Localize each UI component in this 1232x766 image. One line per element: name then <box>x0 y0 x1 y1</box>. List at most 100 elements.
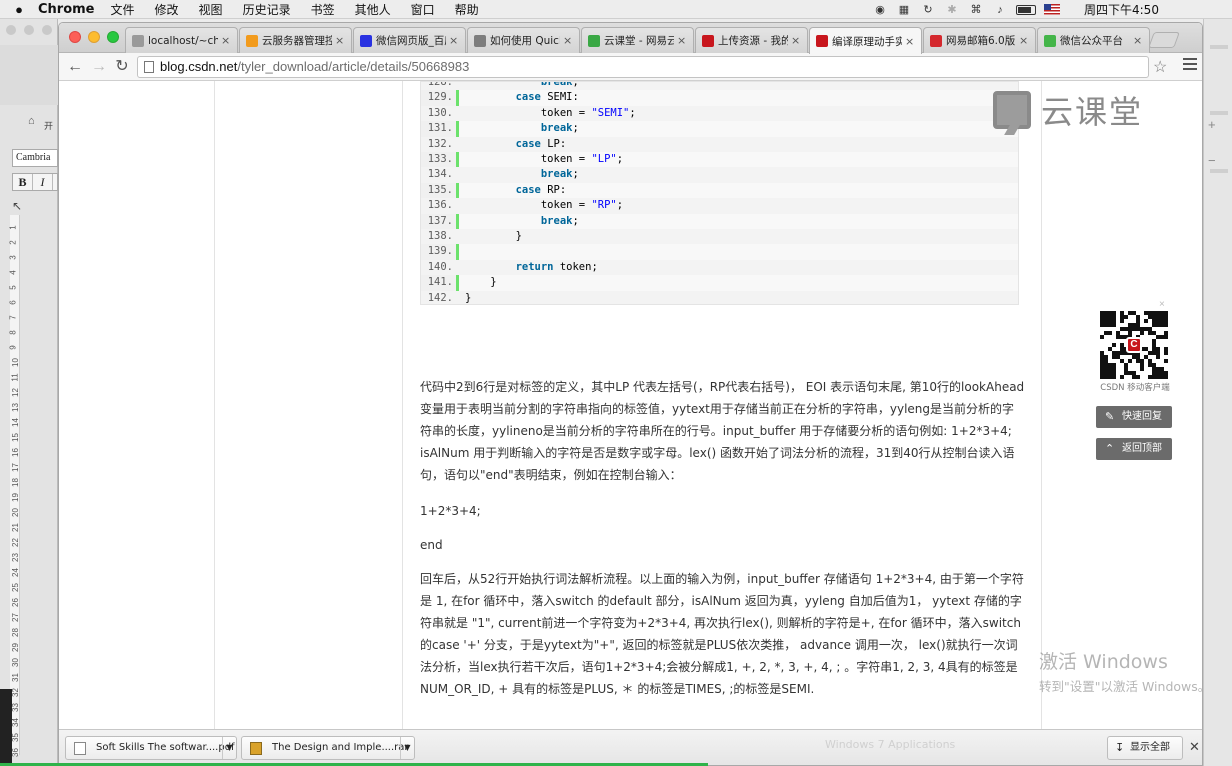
browser-tab[interactable]: localhost/~che× <box>125 27 238 53</box>
right-strip-bar <box>1210 45 1228 49</box>
tab-close-icon[interactable]: × <box>563 34 573 47</box>
tab-close-icon[interactable]: × <box>677 34 687 47</box>
browser-tab[interactable]: 微信公众平台 × <box>1037 27 1150 53</box>
tab-close-icon[interactable]: × <box>335 34 345 47</box>
code-keyword: break <box>540 122 573 135</box>
right-strip-bar <box>1210 111 1228 115</box>
qr-module <box>1132 375 1136 379</box>
code-block[interactable]: 128. break; 129. case SEMI: 130. token = "… <box>420 81 1019 305</box>
browser-tab[interactable]: 云课堂 - 网易云 × <box>581 27 694 53</box>
wifi-icon[interactable]: ⌘ <box>968 4 984 16</box>
right-strip-plus-icon[interactable]: + <box>1208 117 1216 132</box>
menu-bookmarks[interactable]: 书签 <box>311 1 335 18</box>
volume-icon[interactable]: ♪ <box>992 4 1008 16</box>
address-bar[interactable]: blog.csdn.net/tyler_download/article/det… <box>137 56 1149 78</box>
input-source-flag-icon[interactable] <box>1044 4 1060 15</box>
menu-window[interactable]: 窗口 <box>411 1 435 18</box>
menu-clock[interactable]: 周四下午4:50 <box>1084 1 1159 18</box>
browser-tab[interactable]: 微信网页版_百度× <box>353 27 466 53</box>
qr-module <box>1156 371 1160 375</box>
qr-module <box>1116 335 1120 339</box>
ruler-mark: 4 <box>8 270 18 275</box>
browser-tab[interactable]: 上传资源 - 我的 × <box>695 27 808 53</box>
tab-close-icon[interactable]: × <box>1019 34 1029 47</box>
font-name-field[interactable]: Cambria <box>12 149 58 167</box>
menu-file[interactable]: 文件 <box>111 1 135 18</box>
page-viewport[interactable]: 128. break; 129. case SEMI: 130. token = "… <box>59 81 1202 729</box>
bluetooth-icon[interactable]: ✱ <box>944 4 960 16</box>
right-strip-minus-icon[interactable]: − <box>1208 153 1216 168</box>
back-to-top-button[interactable]: ⌃ 返回顶部 <box>1096 438 1172 460</box>
menu-help[interactable]: 帮助 <box>455 1 479 18</box>
window-minimize-button[interactable] <box>88 31 100 43</box>
window-zoom-button[interactable] <box>107 31 119 43</box>
qr-module <box>1104 331 1108 335</box>
ruler-mark: 14 <box>10 418 20 427</box>
browser-tab[interactable]: 云服务器管理控 × <box>239 27 352 53</box>
menu-people[interactable]: 其他人 <box>355 1 391 18</box>
close-shelf-icon[interactable]: ✕ <box>1189 739 1200 755</box>
tab-favicon-icon <box>588 34 600 47</box>
quick-reply-button[interactable]: ✎ 快速回复 <box>1096 406 1172 428</box>
chrome-menu-icon[interactable] <box>1183 58 1197 72</box>
ruler-mark: 19 <box>10 493 20 502</box>
keyboard-icon[interactable]: ▦ <box>896 4 912 16</box>
italic-button[interactable]: I <box>33 174 53 190</box>
menu-view[interactable]: 视图 <box>199 1 223 18</box>
qr-module <box>1132 323 1136 327</box>
download-icon: ↧ <box>1115 741 1125 754</box>
browser-tab[interactable]: 网易邮箱6.0版 × <box>923 27 1036 53</box>
code-string: "LP" <box>591 153 617 165</box>
tab-favicon-icon <box>474 34 486 47</box>
battery-icon[interactable] <box>1016 4 1036 15</box>
apple-icon[interactable]: ● <box>0 2 38 17</box>
bold-button[interactable]: B <box>13 174 33 190</box>
time-machine-icon[interactable]: ↻ <box>920 4 936 16</box>
new-tab-button[interactable] <box>1148 32 1180 48</box>
code-text: break; <box>465 82 579 90</box>
download-item[interactable]: Soft Skills The softwar....pdf ▼ <box>65 736 237 760</box>
tab-title: 上传资源 - 我的 <box>718 35 788 47</box>
tab-favicon-icon <box>816 35 828 47</box>
tab-close-icon[interactable]: × <box>905 35 915 48</box>
reload-icon[interactable]: ↻ <box>112 57 132 77</box>
download-filename: Soft Skills The softwar....pdf <box>96 742 235 753</box>
menu-app-name[interactable]: Chrome <box>38 2 95 17</box>
download-menu-caret-icon[interactable]: ▼ <box>400 737 414 759</box>
line-number: 136. <box>427 199 453 212</box>
tab-close-icon[interactable]: × <box>221 34 231 47</box>
forward-icon[interactable]: → <box>89 57 109 77</box>
qr-module <box>1144 347 1148 351</box>
qr-module <box>1144 319 1148 323</box>
qr-module <box>1140 359 1144 363</box>
window-close-button[interactable] <box>69 31 81 43</box>
status-area: ◉ ▦ ↻ ✱ ⌘ ♪ <box>872 0 1060 19</box>
qr-module <box>1140 331 1144 335</box>
code-token: ; <box>629 106 636 119</box>
menu-edit[interactable]: 修改 <box>155 1 179 18</box>
bookmark-star-icon[interactable]: ☆ <box>1153 57 1167 77</box>
office-home-tab[interactable]: 开 <box>44 119 53 132</box>
qr-module <box>1156 347 1160 351</box>
tab-close-icon[interactable]: × <box>1133 34 1143 47</box>
record-icon[interactable]: ◉ <box>872 4 888 16</box>
back-icon[interactable]: ← <box>65 57 85 77</box>
download-filename: The Design and Imple....rar <box>272 742 409 753</box>
menu-history[interactable]: 历史记录 <box>243 1 291 18</box>
code-token: LP: <box>540 137 567 150</box>
browser-tab[interactable]: 编译原理动手实 × <box>809 27 922 54</box>
code-token: token = <box>540 153 592 165</box>
csdn-logo-icon: C <box>1126 337 1142 353</box>
show-all-downloads-button[interactable]: ↧ 显示全部 <box>1107 736 1183 760</box>
browser-tab[interactable]: 如何使用 Quick × <box>467 27 580 53</box>
qr-module <box>1152 351 1156 355</box>
download-menu-caret-icon[interactable]: ▼ <box>222 737 236 759</box>
home-icon[interactable]: ⌂ <box>28 115 35 127</box>
qr-module <box>1140 367 1144 371</box>
qr-module <box>1136 315 1140 319</box>
tab-close-icon[interactable]: × <box>791 34 801 47</box>
download-item[interactable]: The Design and Imple....rar ▼ <box>241 736 415 760</box>
tab-close-icon[interactable]: × <box>449 34 459 47</box>
code-string: "SEMI" <box>591 106 630 119</box>
qr-close-icon[interactable]: × <box>1159 299 1165 310</box>
